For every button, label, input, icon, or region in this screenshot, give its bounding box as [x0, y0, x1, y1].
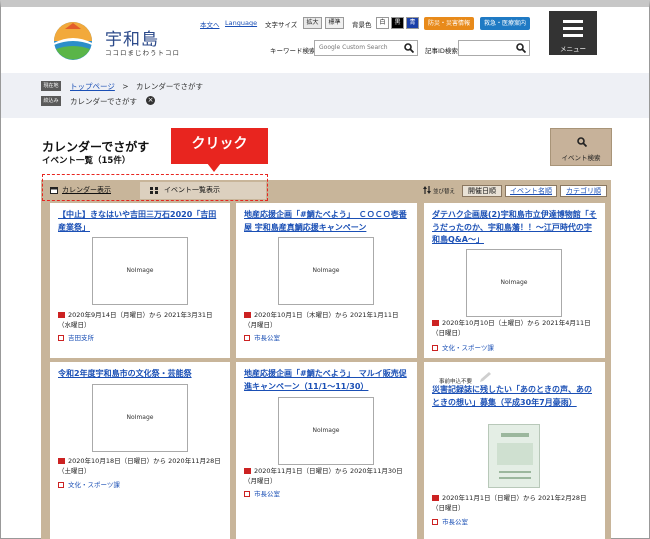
breadcrumb: トップページ > カレンダーでさがす: [70, 81, 203, 92]
event-image: NoImage: [466, 249, 562, 317]
event-image: NoImage: [92, 384, 188, 452]
menu-bar-icon: [563, 34, 583, 37]
event-card: 地産応援企画「#鯛たべよう」 マルイ販売促進キャンペーン（11/1～11/30）…: [236, 362, 417, 539]
bg-blue-button[interactable]: 青: [406, 17, 419, 29]
text-size-large-button[interactable]: 拡大: [303, 17, 322, 29]
language-link[interactable]: Language: [225, 19, 257, 27]
event-department-link[interactable]: 文化・スポーツ課: [432, 342, 494, 352]
event-department-link[interactable]: 市長公室: [244, 332, 280, 342]
keyword-search-label: キーワード検索: [270, 47, 316, 55]
event-card: 地産応援企画「#鯛たべよう」 ＣＯＣＯ壱番屋 宇和島産真鯛応援キャンペーン No…: [236, 203, 417, 358]
event-search-label: イベント検索: [561, 154, 601, 162]
sort-by-name-button[interactable]: イベント名順: [505, 185, 557, 197]
event-department-link[interactable]: 市長公室: [244, 488, 280, 498]
date-icon: [432, 320, 439, 326]
city-logo-icon[interactable]: [53, 21, 93, 61]
event-thumbnail: [488, 424, 540, 488]
event-department-link[interactable]: 文化・スポーツ課: [58, 479, 120, 489]
text-size-standard-button[interactable]: 標準: [325, 17, 344, 29]
no-application-badge: 事前申込不要: [439, 379, 473, 385]
date-icon: [244, 312, 251, 318]
event-title-link[interactable]: 地産応援企画「#鯛たべよう」 マルイ販売促進キャンペーン（11/1～11/30）: [244, 368, 411, 393]
menu-button[interactable]: メニュー: [549, 11, 597, 55]
breadcrumb-separator: >: [122, 82, 129, 91]
menu-bar-icon: [563, 20, 583, 23]
event-card: 令和2年度宇和島市の文化祭・芸能祭 NoImage 2020年10月18日（日曜…: [50, 362, 230, 539]
date-icon: [244, 468, 251, 474]
event-department-link[interactable]: 吉田支所: [58, 332, 94, 342]
event-date: 2020年11月1日（日曜日）から 2021年2月28日（日曜日）: [432, 494, 587, 512]
department-icon: [58, 335, 64, 341]
event-date: 2020年10月1日（木曜日）から 2021年1月11日（月曜日）: [244, 311, 399, 329]
logo-subtitle: ココロまじわうトコロ: [105, 49, 180, 57]
event-image: NoImage: [278, 397, 374, 465]
breadcrumb-home-link[interactable]: トップページ: [70, 82, 115, 91]
department-icon: [244, 335, 250, 341]
sort-by-category-button[interactable]: カテゴリ順: [560, 185, 607, 197]
bg-white-button[interactable]: 白: [376, 17, 389, 29]
filter-tag: 絞込み: [41, 96, 61, 106]
event-title-link[interactable]: ダテハク企画展(2)宇和島市立伊達博物館「そうだったのか、宇和島藩！！～江戸時代…: [432, 209, 599, 247]
department-icon: [432, 345, 438, 351]
event-card: ダテハク企画展(2)宇和島市立伊達博物館「そうだったのか、宇和島藩！！～江戸時代…: [424, 203, 605, 358]
keyword-search-input[interactable]: Google Custom Search: [314, 40, 418, 56]
event-title-link[interactable]: 令和2年度宇和島市の文化祭・芸能祭: [58, 368, 224, 381]
text-size-label: 文字サイズ: [265, 21, 298, 29]
article-id-search-label: 記事ID検索: [425, 47, 458, 55]
pencil-icon: [480, 372, 491, 382]
clear-filter-icon[interactable]: ×: [146, 96, 155, 105]
event-title-link[interactable]: 地産応援企画「#鯛たべよう」 ＣＯＣＯ壱番屋 宇和島産真鯛応援キャンペーン: [244, 209, 411, 234]
disaster-info-button[interactable]: 防災・災害情報: [424, 17, 474, 30]
date-icon: [432, 495, 439, 501]
date-icon: [58, 312, 65, 318]
event-title-link[interactable]: 【中止】きなはいや吉田三万石2020「吉田産業祭」: [58, 209, 224, 234]
sort-icon: [423, 186, 431, 194]
date-icon: [58, 458, 65, 464]
keyword-search-icon[interactable]: [404, 43, 414, 53]
event-date: 2020年9月14日（月曜日）から 2021年3月31日（水曜日）: [58, 311, 213, 329]
event-search-button[interactable]: イベント検索: [550, 128, 612, 166]
current-location-tag: 現在地: [41, 81, 61, 91]
click-callout: クリック: [171, 128, 268, 172]
bg-color-label: 背景色: [352, 21, 372, 29]
event-card: 【中止】きなはいや吉田三万石2020「吉田産業祭」 NoImage 2020年9…: [50, 203, 230, 358]
filter-value: カレンダーでさがす: [70, 97, 138, 106]
event-count-heading: イベント一覧（15件）: [42, 156, 131, 166]
breadcrumb-current: カレンダーでさがす: [135, 82, 203, 91]
text-version-link[interactable]: 本文へ: [200, 19, 220, 29]
event-date: 2020年10月10日（土曜日）から 2021年4月11日（日曜日）: [432, 319, 591, 337]
article-id-search-icon[interactable]: [516, 43, 526, 53]
event-date: 2020年11月1日（日曜日）から 2020年11月30日（月曜日）: [244, 467, 403, 485]
department-icon: [58, 482, 64, 488]
medical-info-button[interactable]: 救急・医療案内: [480, 17, 530, 30]
bg-black-button[interactable]: 黒: [391, 17, 404, 29]
event-title-link[interactable]: 災害記録誌に残したい「あのときの声、あのときの想い」募集（平成30年7月豪雨）: [432, 384, 599, 409]
event-date: 2020年10月18日（日曜日）から 2020年11月28日（土曜日）: [58, 457, 221, 475]
event-department-link[interactable]: 市長公室: [432, 516, 468, 526]
sort-by-date-button[interactable]: 開催日順: [462, 185, 502, 197]
event-image: NoImage: [278, 237, 374, 305]
highlight-box: [42, 174, 268, 201]
menu-label: メニュー: [560, 45, 586, 53]
event-image: NoImage: [92, 237, 188, 305]
department-icon: [244, 491, 250, 497]
department-icon: [432, 519, 438, 525]
page-title: カレンダーでさがす: [42, 140, 150, 154]
menu-bar-icon: [563, 27, 583, 30]
sort-label: 並び替え: [433, 189, 456, 195]
search-icon: [577, 137, 587, 147]
